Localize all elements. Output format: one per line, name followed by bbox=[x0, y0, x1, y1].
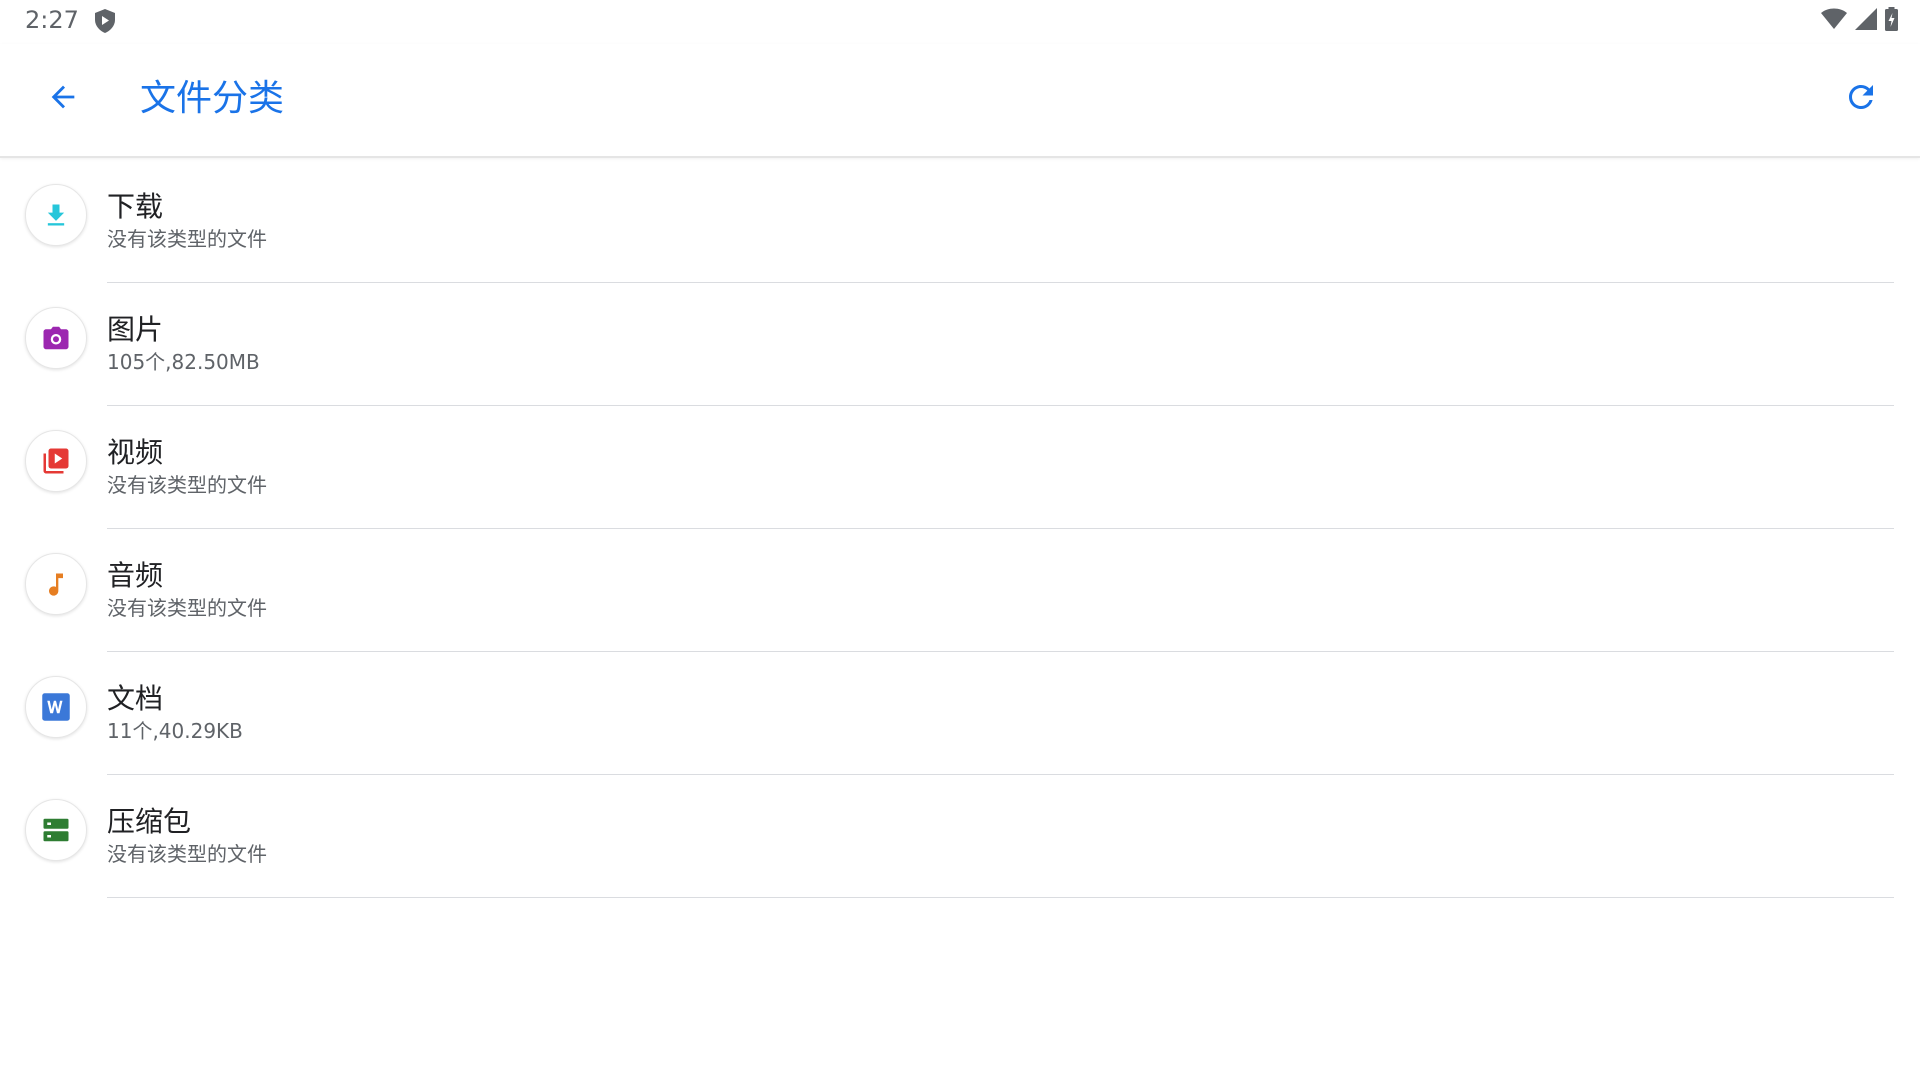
download-icon bbox=[25, 184, 87, 246]
list-item-audio[interactable]: 音频 没有该类型的文件 bbox=[0, 529, 1920, 652]
item-subtitle: 11个,40.29KB bbox=[107, 719, 243, 743]
list-item-documents[interactable]: 文档 11个,40.29KB bbox=[0, 652, 1920, 775]
item-title: 文档 bbox=[107, 682, 164, 715]
item-title: 视频 bbox=[107, 436, 164, 469]
list-item-images[interactable]: 图片 105个,82.50MB bbox=[0, 283, 1920, 406]
archive-icon bbox=[25, 799, 87, 861]
item-subtitle: 105个,82.50MB bbox=[107, 350, 260, 374]
item-subtitle: 没有该类型的文件 bbox=[107, 842, 267, 866]
status-time: 2:27 bbox=[25, 6, 79, 34]
wifi-icon bbox=[1821, 8, 1847, 34]
item-title: 压缩包 bbox=[107, 805, 192, 838]
status-bar: 2:27 bbox=[0, 0, 1920, 44]
item-title: 音频 bbox=[107, 559, 164, 592]
shield-icon bbox=[93, 8, 117, 34]
list-item-videos[interactable]: 视频 没有该类型的文件 bbox=[0, 406, 1920, 529]
page-title: 文件分类 bbox=[140, 78, 285, 119]
signal-icon bbox=[1855, 8, 1877, 34]
item-subtitle: 没有该类型的文件 bbox=[107, 596, 267, 620]
item-subtitle: 没有该类型的文件 bbox=[107, 473, 267, 497]
item-title: 下载 bbox=[107, 190, 164, 223]
item-title: 图片 bbox=[107, 313, 164, 346]
word-doc-icon bbox=[25, 676, 87, 738]
arrow-back-icon bbox=[46, 80, 80, 118]
item-subtitle: 没有该类型的文件 bbox=[107, 227, 267, 251]
video-icon bbox=[25, 430, 87, 492]
back-button[interactable] bbox=[38, 74, 88, 124]
app-bar: 文件分类 bbox=[0, 44, 1920, 158]
battery-icon bbox=[1885, 7, 1898, 35]
refresh-button[interactable] bbox=[1836, 74, 1886, 124]
divider bbox=[107, 897, 1894, 898]
category-list: 下载 没有该类型的文件 图片 105个,82.50MB 视频 没有该类型的文件 bbox=[0, 160, 1920, 898]
music-icon bbox=[25, 553, 87, 615]
refresh-icon bbox=[1843, 79, 1879, 119]
list-item-download[interactable]: 下载 没有该类型的文件 bbox=[0, 160, 1920, 283]
list-item-archives[interactable]: 压缩包 没有该类型的文件 bbox=[0, 775, 1920, 898]
camera-icon bbox=[25, 307, 87, 369]
